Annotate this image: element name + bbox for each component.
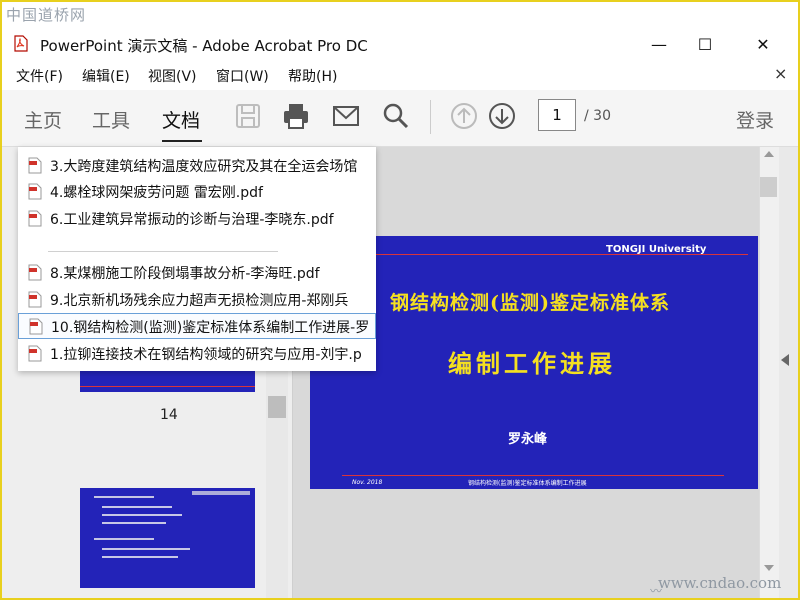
email-icon[interactable]	[332, 102, 360, 130]
minimize-icon: —	[651, 34, 667, 54]
thumbnail-text-line	[102, 514, 182, 516]
close-window-button[interactable]: ✕	[740, 28, 786, 60]
slide-author: 罗永峰	[508, 432, 548, 447]
slide-title-line2: 编制工作进展	[448, 349, 616, 378]
recent-file-name: 8.某煤棚施工阶段倒塌事故分析-李海旺.pdf	[50, 266, 320, 282]
maximize-icon: ☐	[697, 34, 713, 54]
page-total: / 30	[584, 108, 611, 124]
tab-tools[interactable]: 工具	[92, 106, 130, 133]
thumbnail-scrollbar-thumb[interactable]	[268, 396, 286, 418]
close-icon: ✕	[756, 34, 770, 54]
tab-home[interactable]: 主页	[24, 106, 62, 133]
menu-file[interactable]: 文件(F)	[16, 66, 63, 86]
pdf-file-icon	[28, 210, 42, 227]
app-window: 中国道桥网 PowerPoint 演示文稿 - Adobe Acrobat Pr…	[0, 0, 800, 600]
thumbnail-page-label: 14	[160, 407, 178, 423]
thumbnail-red-line	[80, 386, 255, 387]
recent-file-name: 10.钢结构检测(监测)鉴定标准体系编制工作进展-罗	[51, 320, 370, 336]
slide-date: Nov. 2018	[352, 479, 383, 486]
document-scrollbar[interactable]	[759, 147, 779, 598]
document-scrollbar-thumb[interactable]	[760, 177, 777, 197]
thumbnail-text-line	[94, 496, 154, 498]
thumbnail-page-15[interactable]	[80, 488, 255, 588]
recent-file-name: 1.拉铆连接技术在钢结构领域的研究与应用-刘宇.p	[50, 347, 362, 363]
menu-help[interactable]: 帮助(H)	[288, 66, 337, 86]
thumbnail-text-line	[102, 506, 172, 508]
thumbnail-text-line	[102, 522, 166, 524]
recent-file-item[interactable]: 9.北京新机场残余应力超声无损检测应用-郑刚兵	[18, 287, 376, 313]
tab-document[interactable]: 文档	[162, 106, 200, 133]
pdf-file-icon	[28, 291, 42, 308]
slide-footer: 钢结构检测(监测)鉴定标准体系编制工作进展	[468, 480, 587, 487]
recent-file-item[interactable]: 1.拉铆连接技术在钢结构领域的研究与应用-刘宇.p	[18, 341, 376, 367]
pdf-file-icon	[29, 318, 43, 335]
thumbnail-text-line	[102, 548, 190, 550]
recent-files-divider	[48, 251, 278, 252]
right-pane-toggle[interactable]	[779, 147, 798, 598]
next-page-icon[interactable]	[488, 102, 516, 130]
pdf-file-icon	[28, 264, 42, 281]
slide-red-line-top	[338, 254, 748, 255]
watermark-bottom: www.cndao.com	[658, 574, 782, 592]
recent-file-name: 6.工业建筑异常振动的诊断与治理-李晓东.pdf	[50, 212, 334, 228]
watermark-top: 中国道桥网	[6, 6, 87, 24]
window-title: PowerPoint 演示文稿 - Adobe Acrobat Pro DC	[40, 37, 368, 55]
slide-red-line-bottom	[342, 475, 724, 476]
page-number-input[interactable]: 1	[538, 99, 576, 131]
previous-page-icon[interactable]	[450, 102, 478, 130]
save-icon[interactable]	[234, 102, 262, 130]
pdf-file-icon	[28, 157, 42, 174]
minimize-button[interactable]: —	[636, 28, 682, 60]
recent-file-item[interactable]: 8.某煤棚施工阶段倒塌事故分析-李海旺.pdf	[18, 260, 376, 286]
expand-right-pane-icon[interactable]	[781, 354, 789, 366]
search-icon[interactable]	[382, 102, 410, 130]
recent-file-item[interactable]: 6.工业建筑异常振动的诊断与治理-李晓东.pdf	[18, 206, 376, 232]
recent-file-name: 3.大跨度建筑结构温度效应研究及其在全运会场馆	[50, 159, 358, 175]
toolbar-separator	[430, 100, 431, 134]
thumbnail-text-line	[94, 538, 154, 540]
maximize-button[interactable]: ☐	[682, 28, 728, 60]
menu-edit[interactable]: 编辑(E)	[82, 66, 130, 86]
acrobat-app-icon	[14, 35, 28, 52]
pdf-file-icon	[28, 345, 42, 362]
slide-title-line1: 钢结构检测(监测)鉴定标准体系	[390, 292, 670, 314]
active-tab-indicator	[162, 140, 202, 142]
scroll-down-icon[interactable]	[764, 565, 774, 571]
recent-file-item[interactable]: 3.大跨度建筑结构温度效应研究及其在全运会场馆	[18, 153, 376, 179]
recent-file-item[interactable]: 4.螺栓球网架疲劳问题 雷宏刚.pdf	[18, 179, 376, 205]
recent-file-item-selected[interactable]: 10.钢结构检测(监测)鉴定标准体系编制工作进展-罗	[18, 313, 376, 339]
thumbnail-text-line	[102, 556, 178, 558]
menu-window[interactable]: 窗口(W)	[216, 66, 269, 86]
scroll-up-icon[interactable]	[764, 151, 774, 157]
recent-file-name: 4.螺栓球网架疲劳问题 雷宏刚.pdf	[50, 185, 263, 201]
print-icon[interactable]	[282, 102, 310, 130]
pdf-file-icon	[28, 183, 42, 200]
thumbnail-header-text	[192, 491, 250, 495]
close-document-button[interactable]: ×	[774, 64, 787, 83]
recent-file-name: 9.北京新机场残余应力超声无损检测应用-郑刚兵	[50, 293, 349, 309]
login-button[interactable]: 登录	[736, 106, 774, 133]
menu-view[interactable]: 视图(V)	[148, 66, 197, 86]
